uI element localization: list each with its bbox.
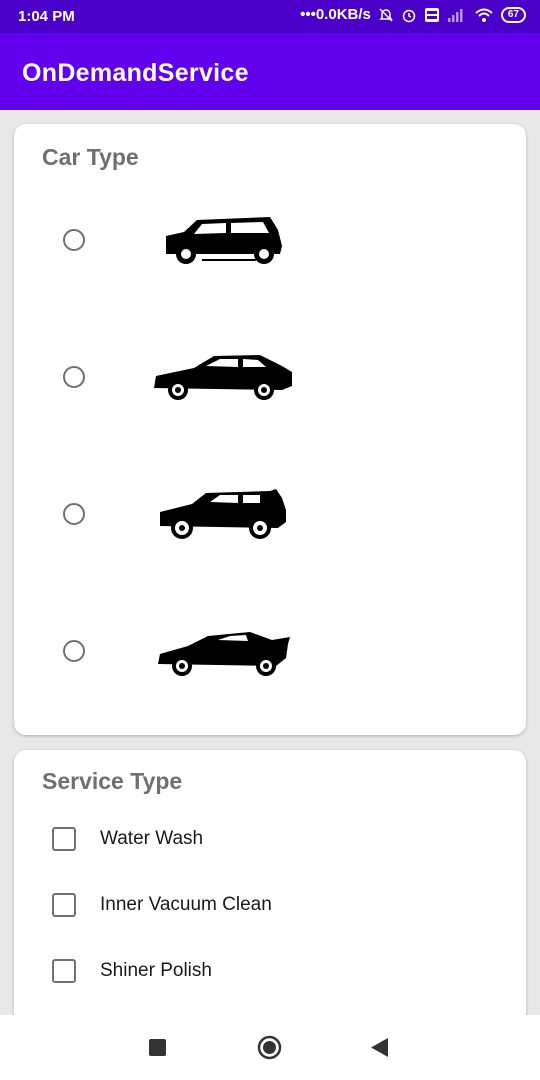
- home-circle-icon[interactable]: [257, 1035, 282, 1060]
- service-type-title: Service Type: [42, 768, 183, 794]
- status-icons: •••0.0KB/s 67: [300, 6, 526, 23]
- suv-car-icon[interactable]: [152, 484, 302, 542]
- service-label-inner-vacuum-clean[interactable]: Inner Vacuum Clean: [100, 894, 272, 916]
- service-type-card: Service Type Water Wash Inner Vacuum Cle…: [14, 750, 526, 1030]
- navigation-bar: [0, 1015, 540, 1080]
- sports-car-icon[interactable]: [152, 622, 302, 680]
- checkbox-shiner-polish[interactable]: [52, 959, 76, 983]
- mute-icon: [379, 7, 393, 22]
- volte-icon: [424, 7, 439, 22]
- battery-icon: 67: [500, 6, 526, 23]
- app-bar: OnDemandService: [0, 33, 540, 110]
- checkbox-inner-vacuum-clean[interactable]: [52, 893, 76, 917]
- service-label-water-wash[interactable]: Water Wash: [100, 828, 203, 850]
- alarm-icon: [402, 9, 416, 22]
- car-type-radio-sports[interactable]: [63, 640, 85, 662]
- car-type-card: Car Type: [14, 124, 526, 735]
- back-triangle-icon[interactable]: [371, 1038, 389, 1057]
- sedan-car-icon[interactable]: [152, 348, 302, 406]
- car-type-radio-hatchback[interactable]: [63, 229, 85, 251]
- checkbox-water-wash[interactable]: [52, 827, 76, 851]
- hatchback-car-icon[interactable]: [152, 212, 302, 270]
- car-type-radio-suv[interactable]: [63, 503, 85, 525]
- signal-icon: [447, 8, 463, 22]
- recents-square-icon[interactable]: [149, 1039, 166, 1056]
- app-title: OnDemandService: [22, 59, 249, 87]
- car-type-radio-sedan[interactable]: [63, 366, 85, 388]
- status-time: 1:04 PM: [18, 8, 75, 25]
- wifi-icon: [475, 8, 493, 22]
- status-bar: 1:04 PM •••0.0KB/s 67: [0, 0, 540, 33]
- service-label-shiner-polish[interactable]: Shiner Polish: [100, 960, 212, 982]
- network-speed: •••0.0KB/s: [300, 6, 371, 23]
- car-type-title: Car Type: [42, 144, 139, 170]
